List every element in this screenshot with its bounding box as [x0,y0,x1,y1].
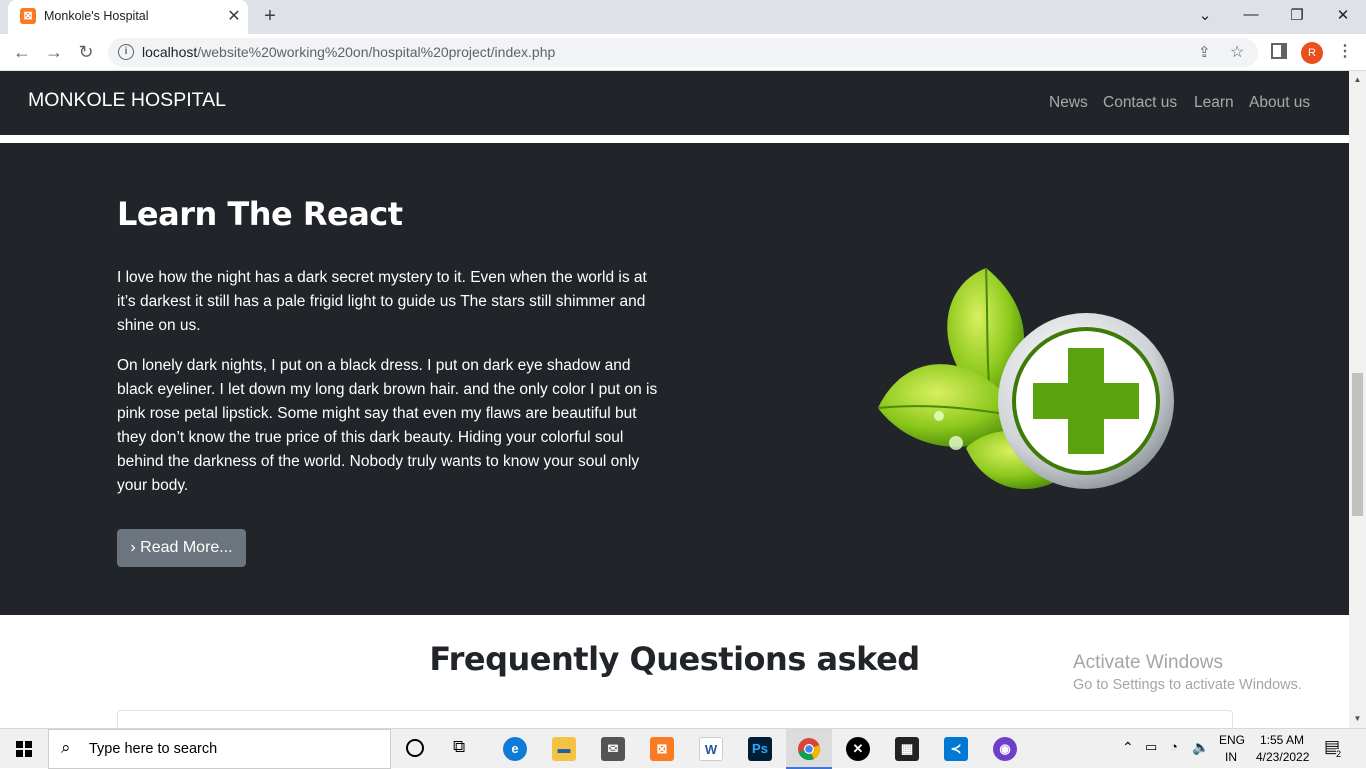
site-navbar: MONKOLE HOSPITAL News Contact us Learn A… [0,71,1349,135]
url-path: /website%20working%20on/hospital%20proje… [197,44,556,60]
photoshop-icon[interactable]: Ps [748,737,772,761]
browser-tab[interactable]: ⊠ Monkole's Hospital ✕ [8,0,248,34]
minimize-icon[interactable]: — [1236,6,1266,23]
chrome-icon [798,738,821,761]
windows-start-icon[interactable] [0,729,48,769]
profile-avatar[interactable]: R [1301,42,1323,64]
tray-chevron-up-icon[interactable]: ⌃ [1122,739,1134,756]
store-icon[interactable]: ▦ [895,737,919,761]
back-icon[interactable]: ← [10,41,34,63]
close-tab-icon[interactable]: ✕ [224,6,244,26]
taskbar-search-box[interactable]: ⌕ Type here to search [48,729,391,769]
faq-accordion[interactable] [117,710,1233,730]
chevron-right-icon: › [130,539,136,556]
restore-icon[interactable]: ❐ [1282,6,1312,24]
search-icon: ⌕ [61,738,71,757]
wifi-icon[interactable]: ◔ [1170,739,1178,754]
section-divider [0,135,1349,143]
cortana-icon[interactable] [406,739,424,757]
nav-link-learn[interactable]: Learn [1194,94,1234,112]
task-view-icon[interactable]: ⧉ [453,737,465,757]
site-brand[interactable]: MONKOLE HOSPITAL [28,89,226,112]
file-explorer-icon[interactable]: ▬ [552,737,576,761]
battery-icon[interactable]: ▭ [1145,739,1157,755]
read-more-button[interactable]: › Read More... [117,529,246,567]
scrollbar-thumb[interactable] [1352,373,1363,516]
nav-link-news[interactable]: News [1049,94,1088,112]
taskbar-search-placeholder: Type here to search [89,741,218,757]
hero-paragraph-2: On lonely dark nights, I put on a black … [117,357,658,494]
notification-count: 2 [1336,749,1342,759]
watermark-line-1: Activate Windows [1073,652,1223,673]
bookmark-star-icon[interactable]: ☆ [1230,42,1244,62]
browser-tab-strip: ⊠ Monkole's Hospital ✕ + ⌄ — ❐ ✕ [0,0,1366,34]
medical-cross-leaves-logo [877,268,1174,490]
mail-icon[interactable]: ✉ [601,737,625,761]
hero-section: Learn The React I love how the night has… [0,143,1349,615]
tab-title: Monkole's Hospital [44,9,149,23]
reload-icon[interactable]: ↻ [74,41,98,63]
url-host: localhost [142,44,198,60]
window-close-icon[interactable]: ✕ [1328,6,1358,24]
xbox-icon[interactable]: ✕ [846,737,870,761]
region-code[interactable]: IN [1225,750,1237,764]
new-tab-icon[interactable]: + [258,5,282,28]
word-icon[interactable]: W [699,737,723,761]
share-icon[interactable]: ⇪ [1198,43,1211,61]
xampp-icon[interactable]: ⊠ [650,737,674,761]
menu-kebab-icon[interactable]: ⋮ [1337,41,1353,61]
forward-icon[interactable]: → [42,41,66,63]
clock-time[interactable]: 1:55 AM [1260,733,1304,747]
xampp-icon: ⊠ [20,8,36,24]
browser-toolbar: ← → ↻ i localhost/website%20working%20on… [0,34,1366,71]
hero-title: Learn The React [117,195,403,233]
watermark-line-2: Go to Settings to activate Windows. [1073,677,1302,693]
side-panel-icon[interactable] [1271,43,1287,59]
url-text[interactable]: localhost/website%20working%20on/hospita… [142,44,555,60]
tab-search-chevron-icon[interactable]: ⌄ [1190,6,1220,24]
vscode-icon[interactable]: ≺ [944,737,968,761]
language-code[interactable]: ENG [1219,733,1245,747]
clock-date[interactable]: 4/23/2022 [1256,750,1309,764]
volume-icon[interactable]: 🔈 [1192,739,1209,756]
scroll-down-icon[interactable]: ▼ [1349,712,1366,726]
nav-link-contact[interactable]: Contact us [1103,94,1177,112]
hero-paragraph-1: I love how the night has a dark secret m… [117,269,647,334]
scroll-up-icon[interactable]: ▲ [1349,73,1366,87]
edge-icon[interactable]: e [503,737,527,761]
windows-taskbar: ⌕ Type here to search ⧉ e ▬ ✉ ⊠ W Ps ✕ ▦… [0,728,1366,769]
nav-link-about[interactable]: About us [1249,94,1310,112]
address-bar[interactable]: i localhost/website%20working%20on/hospi… [108,38,1258,67]
activate-windows-watermark: Activate Windows Go to Settings to activ… [1073,652,1302,693]
github-desktop-icon[interactable]: ◉ [993,737,1017,761]
site-info-icon[interactable]: i [118,44,134,60]
read-more-label: Read More... [140,539,233,556]
